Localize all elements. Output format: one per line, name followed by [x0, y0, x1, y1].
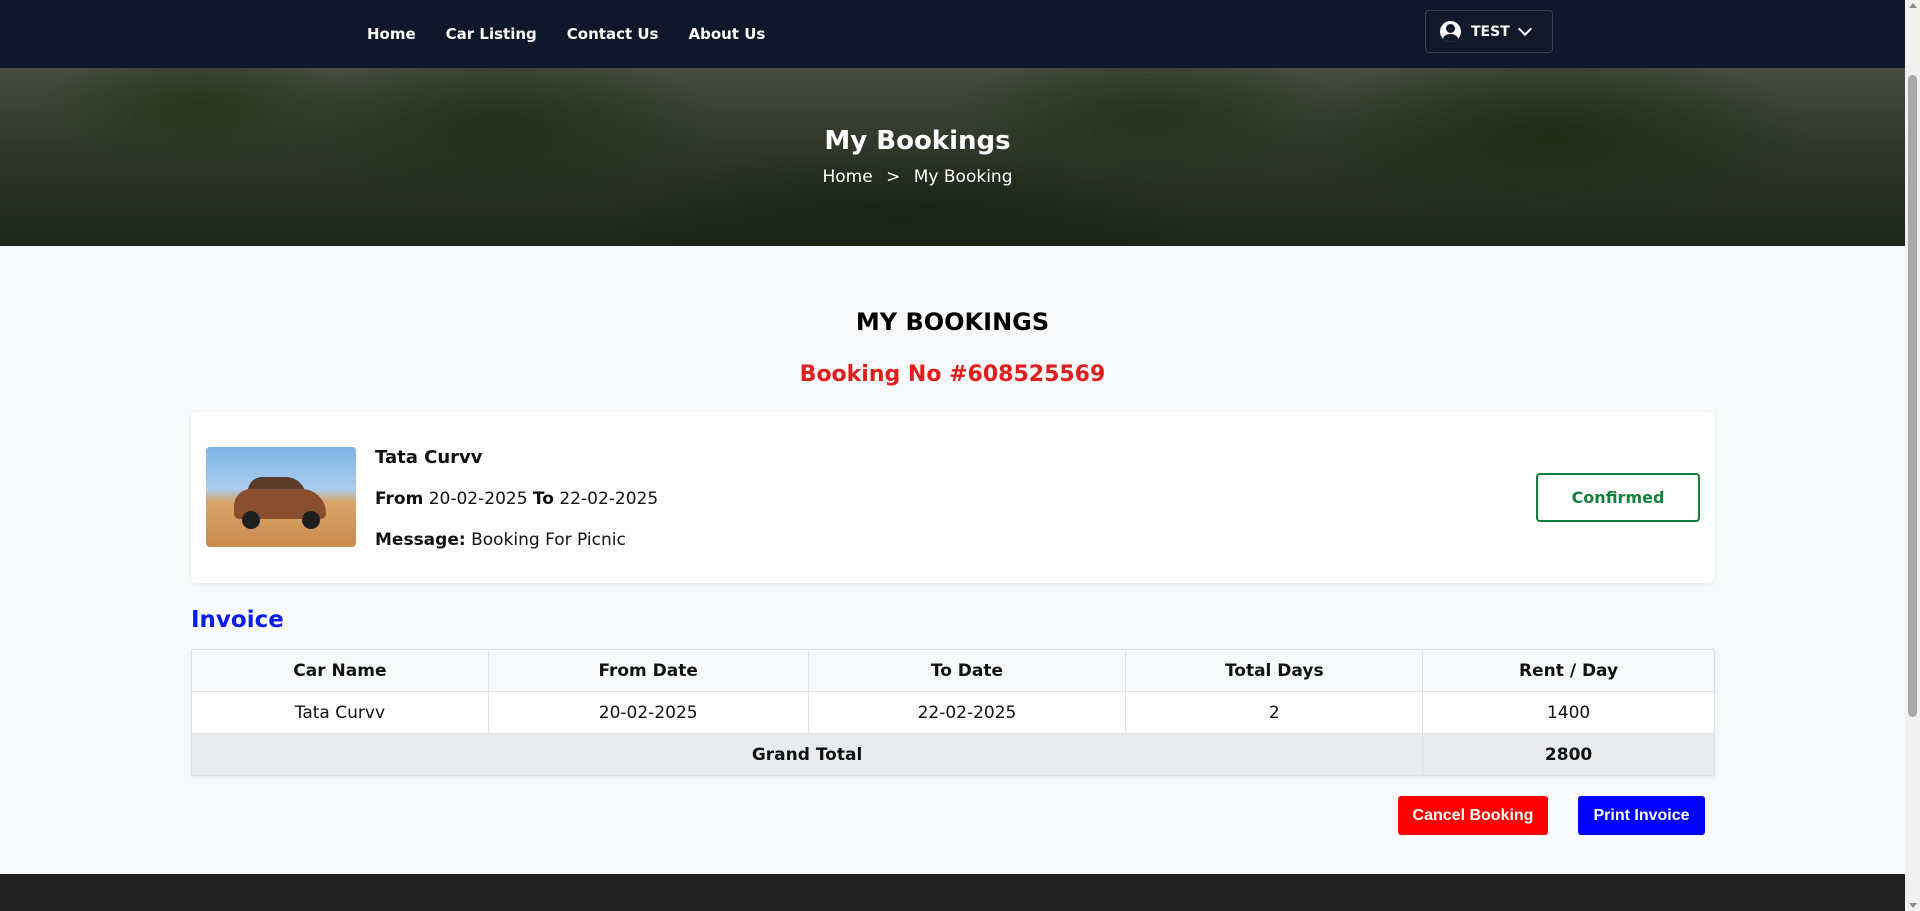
nav-link-car-listing[interactable]: Car Listing — [446, 25, 537, 43]
scroll-up-arrow-icon[interactable] — [1909, 3, 1917, 8]
grand-total-label: Grand Total — [190, 733, 1424, 776]
column-header-from-date: From Date — [487, 649, 809, 692]
nav-links: Home Car Listing Contact Us About Us — [367, 0, 795, 68]
message-text: Booking For Picnic — [471, 530, 626, 550]
booking-message: Message: Booking For Picnic — [375, 530, 626, 550]
invoice-title: Invoice — [191, 607, 284, 633]
footer — [0, 874, 1905, 911]
to-label: To — [532, 489, 554, 509]
invoice-header-row: Car Name From Date To Date Total Days Re… — [191, 649, 1715, 692]
cell-rent-per-day: 1400 — [1422, 691, 1715, 734]
car-name: Tata Curvv — [375, 447, 483, 468]
print-invoice-button[interactable]: Print Invoice — [1578, 796, 1705, 835]
column-header-total-days: Total Days — [1125, 649, 1424, 692]
nav-link-home[interactable]: Home — [367, 25, 416, 43]
cell-to-date: 22-02-2025 — [807, 691, 1127, 734]
hero-banner: My Bookings Home > My Booking — [0, 68, 1905, 246]
user-name: TEST — [1471, 23, 1510, 40]
cell-car-name: Tata Curvv — [191, 691, 489, 734]
navbar: Home Car Listing Contact Us About Us TES… — [0, 0, 1905, 68]
user-menu-dropdown[interactable]: TEST — [1425, 10, 1553, 53]
status-badge: Confirmed — [1536, 473, 1700, 522]
hero-overlay — [0, 68, 1905, 246]
page-title: MY BOOKINGS — [855, 308, 1050, 336]
chevron-down-icon — [1517, 21, 1533, 37]
booking-dates: From 20-02-2025 To 22-02-2025 — [375, 489, 658, 509]
user-circle-icon — [1440, 21, 1461, 42]
column-header-car-name: Car Name — [191, 649, 489, 692]
breadcrumb-separator-icon: > — [886, 167, 901, 187]
cell-from-date: 20-02-2025 — [487, 691, 809, 734]
cancel-booking-button[interactable]: Cancel Booking — [1398, 796, 1548, 835]
breadcrumb-home[interactable]: Home — [823, 167, 873, 187]
invoice-table: Car Name From Date To Date Total Days Re… — [190, 649, 1715, 776]
booking-card: Tata Curvv From 20-02-2025 To 22-02-2025… — [191, 412, 1715, 583]
scrollbar-thumb[interactable] — [1908, 75, 1917, 717]
message-label: Message: — [375, 530, 466, 550]
cell-total-days: 2 — [1125, 691, 1424, 734]
table-row: Tata Curvv 20-02-2025 22-02-2025 2 1400 — [191, 691, 1715, 734]
booking-number: Booking No #608525569 — [799, 362, 1106, 387]
car-wheel-shape — [302, 511, 320, 529]
scroll-down-arrow-icon[interactable] — [1909, 903, 1917, 908]
nav-link-contact-us[interactable]: Contact Us — [567, 25, 659, 43]
grand-total-row: Grand Total 2800 — [190, 733, 1715, 776]
to-date: 22-02-2025 — [559, 489, 659, 509]
vertical-scrollbar[interactable] — [1905, 0, 1920, 911]
hero-title: My Bookings — [824, 126, 1011, 156]
from-label: From — [375, 489, 424, 509]
column-header-rent-per-day: Rent / Day — [1422, 649, 1715, 692]
car-image — [206, 447, 356, 547]
nav-link-about-us[interactable]: About Us — [688, 25, 765, 43]
breadcrumb-current: My Booking — [913, 167, 1013, 187]
car-wheel-shape — [242, 511, 260, 529]
breadcrumb: Home > My Booking — [0, 167, 1835, 187]
grand-total-value: 2800 — [1422, 733, 1715, 776]
from-date: 20-02-2025 — [428, 489, 528, 509]
column-header-to-date: To Date — [807, 649, 1127, 692]
